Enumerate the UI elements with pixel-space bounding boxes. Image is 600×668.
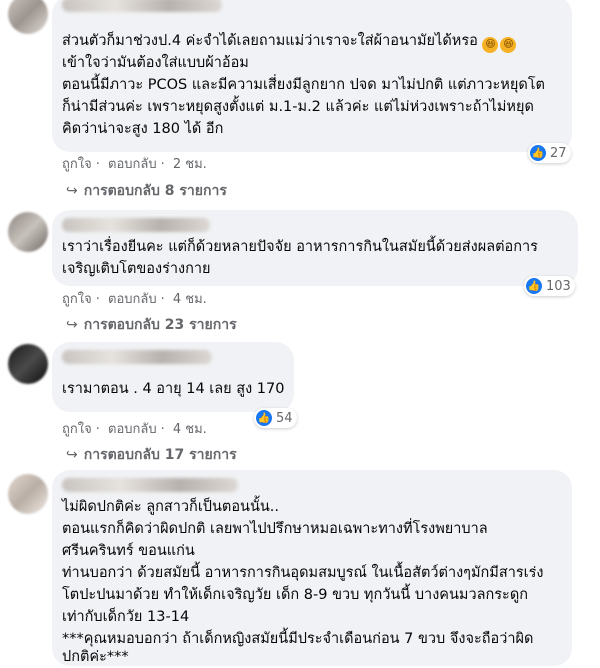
comment-line: โตปะปนมาด้วย ทำให้เด็กเจริญวัย เด็ก 8-9 … xyxy=(62,587,529,603)
avatar[interactable] xyxy=(8,0,48,34)
comment-line: เรามาตอน . 4 อายุ 14 เลย สูง 170 xyxy=(62,381,285,397)
like-thumb-icon: 👍 xyxy=(526,278,542,294)
replies-label: การตอบกลับ 8 รายการ xyxy=(83,183,227,199)
comment-actions: ถูกใจ · ตอบกลับ · 4 ชม. xyxy=(62,288,211,309)
comment-line: ไม่ผิดปกติค่ะ ลูกสาวก็เป็นตอนนั้น.. xyxy=(62,499,279,515)
comment-line: ส่วนตัวก็มาช่วงป.4 ค่ะจำได้เลยถามแม่ว่าเ… xyxy=(62,30,517,53)
like-link[interactable]: ถูกใจ xyxy=(62,157,92,172)
view-replies[interactable]: ↪ การตอบกลับ 8 รายการ xyxy=(66,180,227,202)
comment-line: ***คุณหมอบอกว่า ถ้าเด็กหญิงสมัยนี้มีประจ… xyxy=(62,631,534,647)
reaction-count[interactable]: 👍 103 xyxy=(524,276,575,296)
replies-label: การตอบกลับ 23 รายการ xyxy=(83,317,237,333)
comment-line: เข้าใจว่ามันต้องใส่แบบผ้าอ้อม xyxy=(62,55,249,71)
avatar[interactable] xyxy=(8,474,48,514)
comment-line: เจริญเติบโตของร่างกาย xyxy=(62,261,211,277)
comment-line: ตอนนี้มีภาวะ PCOS และมีความเสี่ยงมีลูกยา… xyxy=(62,77,545,93)
reply-arrow-icon: ↪ xyxy=(66,317,78,333)
author-name-blurred[interactable] xyxy=(62,218,210,232)
reaction-number: 27 xyxy=(550,145,567,161)
comment-line: เราว่าเรื่องยีนคะ แต่ก็ด้วยหลายปัจจัย อา… xyxy=(62,239,538,255)
comment-actions: ถูกใจ · ตอบกลับ · 4 ชม. xyxy=(62,418,211,439)
reaction-count[interactable]: 👍 54 xyxy=(254,408,297,428)
avatar[interactable] xyxy=(8,344,48,384)
replies-label: การตอบกลับ 17 รายการ xyxy=(83,447,237,463)
like-link[interactable]: ถูกใจ xyxy=(62,292,92,307)
comment-line: ปกติค่ะ*** xyxy=(62,649,129,665)
reaction-count[interactable]: 👍 27 xyxy=(528,143,571,163)
separator: · xyxy=(95,157,100,172)
like-thumb-icon: 👍 xyxy=(256,410,272,426)
comment-actions: ถูกใจ · ตอบกลับ · 2 ชม. xyxy=(62,153,211,174)
timestamp[interactable]: 4 ชม. xyxy=(173,292,207,307)
like-link[interactable]: ถูกใจ xyxy=(62,422,92,437)
comment-line: คิดว่าน่าจะสูง 180 ได้ อีก xyxy=(62,121,224,137)
like-thumb-icon: 👍 xyxy=(530,145,546,161)
view-replies[interactable]: ↪ การตอบกลับ 17 รายการ xyxy=(66,444,237,466)
reply-link[interactable]: ตอบกลับ xyxy=(108,157,157,172)
reply-link[interactable]: ตอบกลับ xyxy=(108,292,157,307)
reply-arrow-icon: ↪ xyxy=(66,447,78,463)
separator: · xyxy=(95,422,100,437)
comment-line: ศรีนครินทร์ ขอนแก่น xyxy=(62,543,195,559)
reply-link[interactable]: ตอบกลับ xyxy=(108,422,157,437)
rolling-laughing-icon: 😆 xyxy=(500,37,517,53)
timestamp[interactable]: 4 ชม. xyxy=(173,422,207,437)
reaction-number: 103 xyxy=(546,278,571,294)
comment-line: ก็น่ามีส่วนค่ะ เพราะหยุดสูงตั้งแต่ ม.1-ม… xyxy=(62,99,534,115)
separator: · xyxy=(160,292,165,307)
comment-line: ท่านบอกว่า ด้วยสมัยนี้ อาหารการกินอุดมสม… xyxy=(62,565,544,581)
comment-bubble: เรามาตอน . 4 อายุ 14 เลย สูง 170 xyxy=(52,342,294,412)
separator: · xyxy=(160,157,165,172)
comment-bubble: ส่วนตัวก็มาช่วงป.4 ค่ะจำได้เลยถามแม่ว่าเ… xyxy=(52,0,572,152)
rolling-laughing-icon: 😆 xyxy=(482,37,499,53)
separator: · xyxy=(160,422,165,437)
author-name-blurred[interactable] xyxy=(62,478,238,492)
separator: · xyxy=(95,292,100,307)
comment-bubble: เราว่าเรื่องยีนคะ แต่ก็ด้วยหลายปัจจัย อา… xyxy=(52,210,578,286)
comment-line: เท่ากับเด็กวัย 13-14 xyxy=(62,609,190,625)
avatar[interactable] xyxy=(8,212,48,252)
author-name-blurred[interactable] xyxy=(62,350,212,364)
author-name-blurred[interactable] xyxy=(62,0,222,12)
timestamp[interactable]: 2 ชม. xyxy=(173,157,207,172)
view-replies[interactable]: ↪ การตอบกลับ 23 รายการ xyxy=(66,314,237,336)
reply-arrow-icon: ↪ xyxy=(66,183,78,199)
comment-line: ตอนแรกก็คิดว่าผิดปกติ เลยพาไปปรึกษาหมอเฉ… xyxy=(62,521,488,537)
reaction-number: 54 xyxy=(276,410,293,426)
comment-bubble: ไม่ผิดปกติค่ะ ลูกสาวก็เป็นตอนนั้น.. ตอนแ… xyxy=(52,470,572,666)
